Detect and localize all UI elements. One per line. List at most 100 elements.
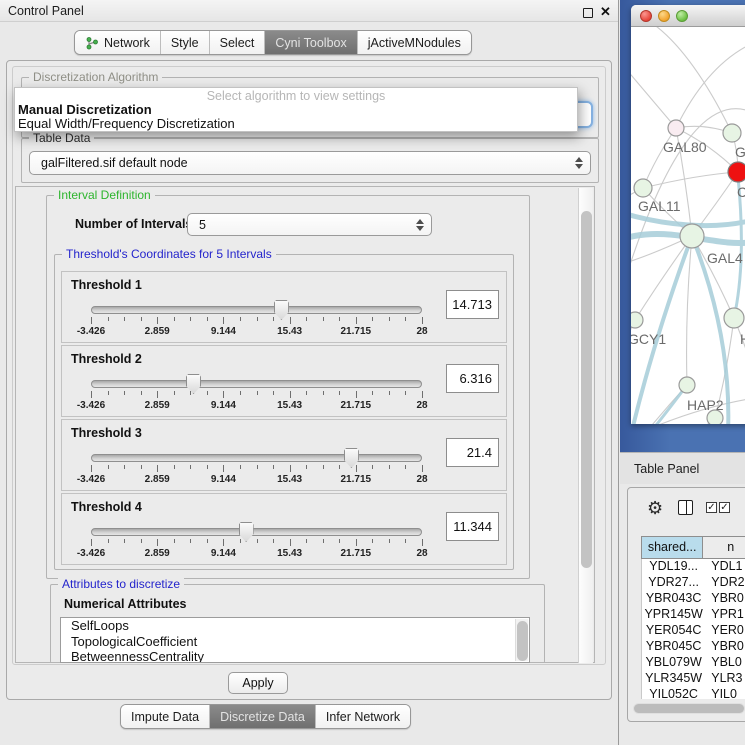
table-row[interactable]: YER054CYER0 [642, 623, 745, 639]
cell-name[interactable]: YDL1 [705, 559, 745, 575]
control-panel-titlebar: Control Panel ✕ [0, 0, 618, 22]
close-icon[interactable]: ✕ [600, 4, 611, 20]
threshold-value-field[interactable]: 21.4 [446, 438, 499, 467]
table-header-row: shared... n [641, 536, 745, 559]
table-row[interactable]: YBL079WYBL0 [642, 655, 745, 671]
node-gcy1[interactable] [631, 312, 643, 328]
slider-track[interactable] [91, 380, 422, 388]
screen: { "window": { "title": "Control Panel", … [0, 0, 745, 745]
tick-mark [372, 465, 373, 469]
cell-shared-name[interactable]: YLR345W [642, 671, 705, 687]
tab-infer-network[interactable]: Infer Network [316, 705, 410, 728]
node-hap2[interactable] [679, 377, 695, 393]
tick-mark [405, 317, 406, 321]
cell-name[interactable]: YER0 [705, 623, 745, 639]
column-header-name[interactable]: n [703, 536, 745, 559]
tick-mark [290, 465, 291, 472]
tab-network[interactable]: Network [75, 31, 161, 54]
scale-label: 9.144 [193, 474, 253, 485]
stepper-icon [416, 214, 424, 235]
tab-select[interactable]: Select [210, 31, 266, 54]
tick-mark [91, 317, 92, 324]
horizontal-scrollbar[interactable] [633, 703, 745, 714]
table-row[interactable]: YPR145WYPR1 [642, 607, 745, 623]
slider-track[interactable] [91, 528, 422, 536]
dropdown-option-manual[interactable]: Manual Discretization [15, 103, 577, 117]
close-traffic-light-icon[interactable] [640, 10, 652, 22]
cell-name[interactable]: YIL0 [705, 687, 745, 699]
thresholds-group: Threshold's Coordinates for 5 Intervals … [54, 254, 514, 570]
tick-mark [174, 317, 175, 321]
cell-name[interactable]: YBL0 [705, 655, 745, 671]
scale-label: 2.859 [127, 548, 187, 559]
table-row[interactable]: YBR043CYBR0 [642, 591, 745, 607]
cell-name[interactable]: YLR3 [705, 671, 745, 687]
vertical-scrollbar[interactable] [578, 188, 593, 663]
tick-mark [405, 539, 406, 543]
node-green-top[interactable] [723, 124, 741, 142]
scrollbar-thumb[interactable] [581, 211, 592, 568]
node-gal4[interactable] [680, 224, 704, 248]
node-gal11[interactable] [634, 179, 652, 197]
checkbox-icon[interactable]: ✓ [719, 502, 730, 513]
tab-cyni-toolbox[interactable]: Cyni Toolbox [265, 31, 357, 54]
threshold-value-field[interactable]: 6.316 [446, 364, 499, 393]
checkbox-icon[interactable]: ✓ [706, 502, 717, 513]
tab-impute-data[interactable]: Impute Data [121, 705, 210, 728]
network-graph: GAL80 GA C GAL11 GAL4 GCY1 H HAP2 [631, 27, 745, 424]
node-pink[interactable] [668, 120, 684, 136]
tick-mark [273, 391, 274, 395]
tab-style[interactable]: Style [161, 31, 210, 54]
node-h[interactable] [724, 308, 744, 328]
table-body[interactable]: YDL19...YDL1YDR27...YDR2YBR043CYBR0YPR14… [641, 559, 745, 699]
table-row[interactable]: YDL19...YDL1 [642, 559, 745, 575]
attribute-list-item[interactable]: TopologicalCoefficient [61, 634, 529, 650]
table-row[interactable]: YBR045CYBR0 [642, 639, 745, 655]
scale-label: 2.859 [127, 400, 187, 411]
tab-discretize-data[interactable]: Discretize Data [210, 705, 316, 728]
cell-shared-name[interactable]: YPR145W [642, 607, 705, 623]
list-scrollbar[interactable] [515, 619, 528, 661]
cell-shared-name[interactable]: YIL052C [642, 687, 705, 699]
tick-mark [207, 391, 208, 395]
network-canvas[interactable]: GAL80 GA C GAL11 GAL4 GCY1 H HAP2 [631, 27, 745, 424]
threshold-value-field[interactable]: 14.713 [446, 290, 499, 319]
slider-track[interactable] [91, 454, 422, 462]
scale-label: 9.144 [193, 400, 253, 411]
cell-shared-name[interactable]: YDL19... [642, 559, 705, 575]
node-red[interactable] [728, 162, 745, 182]
slider-track[interactable] [91, 306, 422, 314]
zoom-traffic-light-icon[interactable] [676, 10, 688, 22]
cell-name[interactable]: YBR0 [705, 639, 745, 655]
float-window-icon[interactable] [583, 8, 593, 18]
scrollbar-thumb[interactable] [634, 704, 744, 713]
gear-icon[interactable]: ⚙ [647, 498, 663, 519]
cell-name[interactable]: YBR0 [705, 591, 745, 607]
attribute-list-item[interactable]: BetweennessCentrality [61, 649, 529, 663]
tick-mark [306, 465, 307, 469]
tick-mark [124, 317, 125, 321]
cell-shared-name[interactable]: YER054C [642, 623, 705, 639]
table-row[interactable]: YLR345WYLR3 [642, 671, 745, 687]
num-intervals-combobox[interactable]: 5 [187, 213, 432, 236]
stepper-icon [575, 152, 583, 174]
numerical-attributes-list[interactable]: SelfLoopsTopologicalCoefficientBetweenne… [60, 617, 530, 663]
cell-name[interactable]: YPR1 [705, 607, 745, 623]
table-row[interactable]: YIL052CYIL0 [642, 687, 745, 699]
cell-shared-name[interactable]: YDR27... [642, 575, 705, 591]
table-data-combobox[interactable]: galFiltered.sif default node [29, 151, 591, 175]
dropdown-option-equal-width[interactable]: Equal Width/Frequency Discretization [15, 117, 577, 131]
split-columns-icon[interactable] [678, 500, 693, 515]
cell-name[interactable]: YDR2 [705, 575, 745, 591]
column-header-shared-name[interactable]: shared... [641, 536, 703, 559]
attribute-list-item[interactable]: SelfLoops [61, 618, 529, 634]
threshold-value-field[interactable]: 11.344 [446, 512, 499, 541]
tab-jactivemnodules[interactable]: jActiveMNodules [358, 31, 471, 54]
cell-shared-name[interactable]: YBL079W [642, 655, 705, 671]
cell-shared-name[interactable]: YBR045C [642, 639, 705, 655]
cell-shared-name[interactable]: YBR043C [642, 591, 705, 607]
apply-button[interactable]: Apply [228, 672, 288, 694]
table-row[interactable]: YDR27...YDR2 [642, 575, 745, 591]
minimize-traffic-light-icon[interactable] [658, 10, 670, 22]
slider-scale: -3.4262.8599.14415.4321.71528 [91, 465, 422, 487]
